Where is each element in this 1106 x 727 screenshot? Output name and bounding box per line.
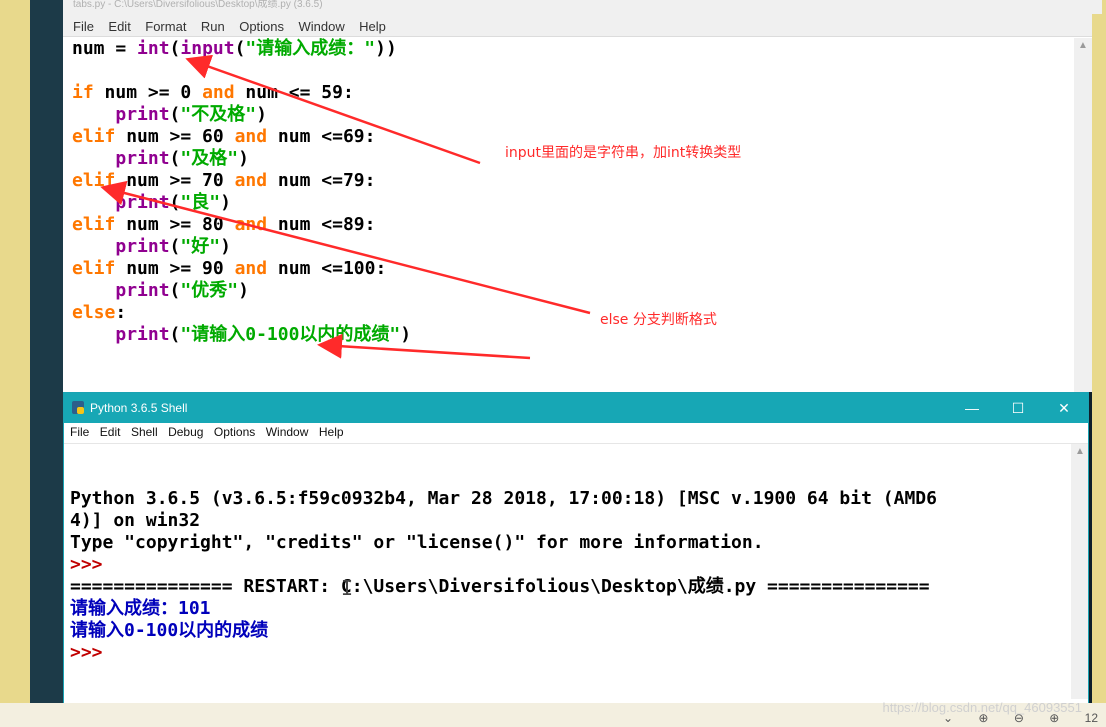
arrow-to-elif bbox=[100, 180, 591, 315]
shell-line: =============== RESTART: C:\Users\Divers… bbox=[70, 576, 930, 597]
zoom-level: 12 bbox=[1084, 711, 1098, 725]
python-icon bbox=[72, 401, 84, 414]
minimize-button[interactable]: — bbox=[949, 397, 995, 419]
menu-debug[interactable]: Debug bbox=[162, 423, 203, 439]
menu-shell[interactable]: Shell bbox=[125, 423, 158, 439]
shell-line: Type "copyright", "credits" or "license(… bbox=[70, 532, 764, 553]
watermark: https://blog.csdn.net/qq_46093551 bbox=[882, 700, 1083, 715]
close-button[interactable]: ✕ bbox=[1041, 397, 1087, 419]
shell-line: >>> bbox=[70, 554, 114, 575]
shell-line: 请输入0-100以内的成绩 bbox=[70, 620, 269, 641]
menu-help[interactable]: Help bbox=[313, 423, 344, 439]
shell-title-bar[interactable]: Python 3.6.5 Shell — ☐ ✕ bbox=[64, 393, 1088, 423]
maximize-button[interactable]: ☐ bbox=[995, 397, 1041, 419]
shell-menu-bar: File Edit Shell Debug Options Window Hel… bbox=[64, 423, 1088, 444]
shell-output-area[interactable]: Python 3.6.5 (v3.6.5:f59c0932b4, Mar 28 … bbox=[70, 444, 1065, 699]
shell-scrollbar[interactable]: ▲ bbox=[1071, 444, 1088, 699]
shell-line: 请输入成绩：101 bbox=[70, 598, 211, 619]
menu-file[interactable]: File bbox=[64, 423, 89, 439]
arrow-to-int bbox=[185, 54, 481, 165]
python-shell-window: Python 3.6.5 Shell — ☐ ✕ File Edit Shell… bbox=[63, 392, 1089, 705]
menu-options[interactable]: Options bbox=[208, 423, 255, 439]
shell-title: Python 3.6.5 Shell bbox=[90, 401, 188, 415]
menu-edit[interactable]: Edit bbox=[94, 423, 121, 439]
text-cursor-icon: I bbox=[341, 576, 354, 600]
annotation-input-note: input里面的是字符串，加int转换类型 bbox=[505, 145, 742, 161]
menu-window[interactable]: Window bbox=[260, 423, 309, 439]
shell-line: 4)] on win32 bbox=[70, 510, 201, 531]
annotation-else-note: else 分支判断格式 bbox=[600, 312, 717, 328]
shell-line: >>> bbox=[70, 642, 114, 663]
shell-line: Python 3.6.5 (v3.6.5:f59c0932b4, Mar 28 … bbox=[70, 488, 937, 509]
scroll-up-icon[interactable]: ▲ bbox=[1075, 446, 1085, 457]
arrow-to-print bbox=[317, 333, 531, 360]
